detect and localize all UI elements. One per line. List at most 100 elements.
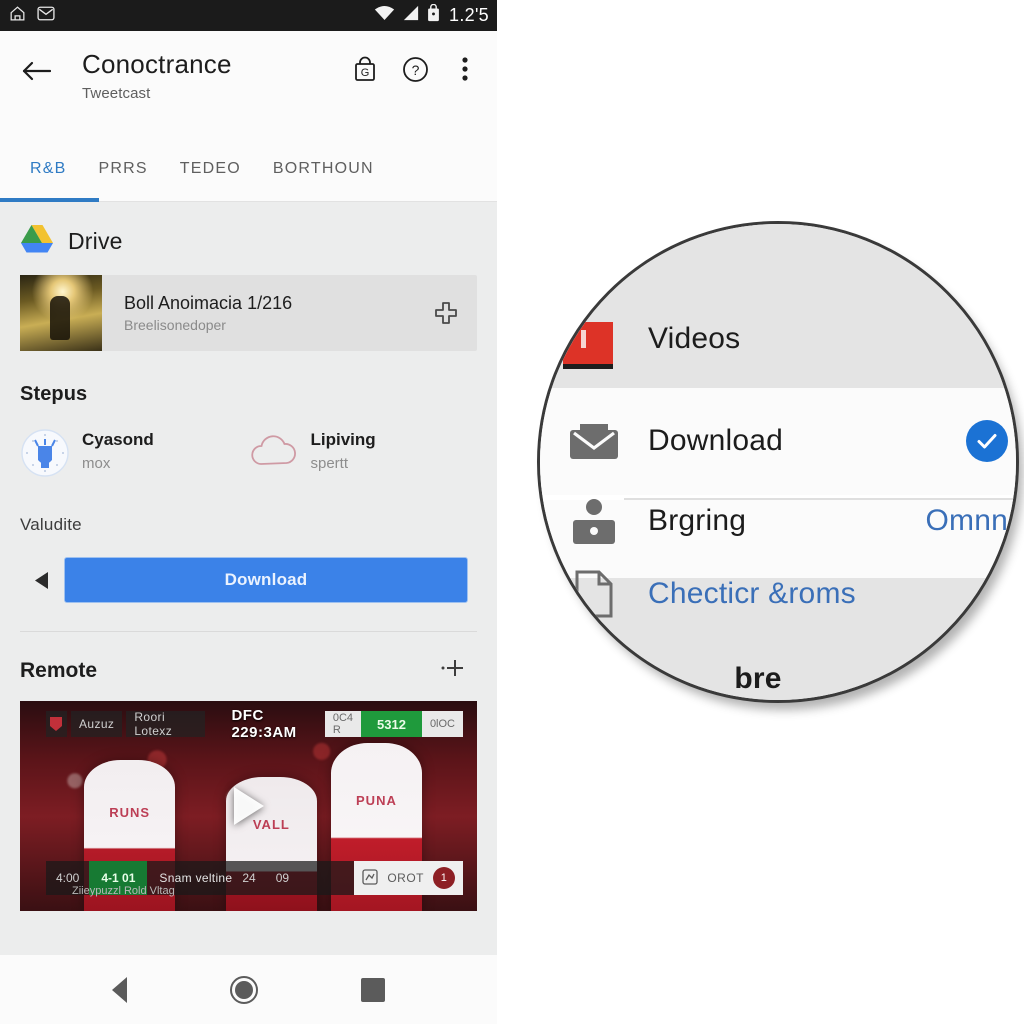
drive-label: Drive xyxy=(68,228,123,254)
lowerbar-n1: 24 xyxy=(242,871,256,885)
tab-bar: R&B PRRS TEDEO BORTHOUN xyxy=(0,136,497,202)
team-crest-icon xyxy=(46,711,67,737)
magnified-row-videos[interactable]: Videos xyxy=(540,304,1016,374)
stepus-title: Stepus xyxy=(20,383,88,405)
remote-header: Remote xyxy=(20,656,477,685)
scoreboard-clock-left: 0C4 R xyxy=(324,711,362,737)
drive-file-meta: Boll Anoimacia 1/216 Breelisonedoper xyxy=(102,292,415,335)
system-nav-bar xyxy=(0,955,497,1024)
magnified-row-checticr[interactable]: Checticr &roms xyxy=(540,559,1016,629)
clock-badge-icon xyxy=(20,428,72,483)
cellular-signal-icon xyxy=(402,5,420,26)
jersey-label: PUNA xyxy=(356,793,397,809)
stepus-item-value: mox xyxy=(82,455,111,472)
svg-text:?: ? xyxy=(411,62,419,78)
scoreboard-clock-right: 0lOC xyxy=(421,711,463,737)
plus-cross-icon[interactable] xyxy=(415,301,477,325)
google-drive-icon xyxy=(20,224,54,259)
video-scoreboard: Auzuz Roori Lotexz DFC 229:3AM 0C4 R 531… xyxy=(46,707,463,741)
magnifier-callout: Videos Download Brgring Omnn Checticr &r… xyxy=(537,221,1019,703)
nav-home-icon[interactable] xyxy=(229,975,258,1004)
message-outline-icon xyxy=(36,5,56,27)
tab-borthoun[interactable]: BORTHOUN xyxy=(257,136,390,202)
stepus-item-lipiving[interactable]: Lipiving spertt xyxy=(249,428,478,483)
home-outline-icon xyxy=(8,4,27,28)
jersey-label: RUNS xyxy=(109,805,151,821)
status-bar-left-icons xyxy=(8,4,56,28)
remote-video-player[interactable]: RUNS VALL PUNA Auzuz Roori Lotexz DFC 22… xyxy=(20,701,477,911)
nav-back-icon[interactable] xyxy=(111,976,127,1003)
document-outline-icon xyxy=(540,570,648,618)
app-bar-titles: Conoctrance Tweetcast xyxy=(82,49,351,104)
drive-file-subtitle: Breelisonedoper xyxy=(124,316,226,333)
phone-screen: 1.2'5 Conoctrance Tweetcast G ? R&B PRRS… xyxy=(0,0,497,1024)
help-circle-icon[interactable]: ? xyxy=(401,55,429,83)
drive-file-title: Boll Anoimacia 1/216 xyxy=(124,292,293,313)
wifi-icon xyxy=(374,5,395,26)
add-plus-icon[interactable] xyxy=(437,656,477,685)
stepus-item-name: Lipiving xyxy=(310,430,376,449)
stepus-items: Cyasond mox Lipiving spertt xyxy=(20,428,477,483)
lowerbar-caption: Ziieypuzzl Rold Vltag xyxy=(72,885,175,897)
section-divider xyxy=(20,631,477,632)
download-row: Download xyxy=(20,557,477,603)
download-button[interactable]: Download xyxy=(64,557,468,603)
scoreboard-clock-center: 5312 xyxy=(361,711,422,737)
scoreboard-team-home: Auzuz xyxy=(70,711,123,737)
back-arrow-icon[interactable] xyxy=(16,51,56,91)
validate-label: Valudite xyxy=(20,515,82,534)
magnified-label-videos: Videos xyxy=(648,322,741,355)
stats-chip-icon xyxy=(362,868,378,888)
magnified-row-download[interactable]: Download xyxy=(540,406,1016,476)
download-tray-icon xyxy=(540,420,648,462)
magnified-label-brgring: Brgring xyxy=(648,504,747,537)
video-lower-bar: 4:00 4-1 01 Snam veltine 24 09 OROT 1 Zi… xyxy=(46,861,463,897)
lowerbar-title: Snam veltine xyxy=(159,871,233,885)
drive-header: Drive xyxy=(20,202,477,259)
magnified-row-brgring[interactable]: Brgring Omnn xyxy=(540,486,1016,556)
red-file-icon xyxy=(540,308,648,370)
lowerbar-chip-label: OROT xyxy=(387,871,424,885)
person-box-icon xyxy=(540,498,648,544)
left-caret-icon[interactable] xyxy=(20,571,64,590)
magnified-row-partial: bre xyxy=(540,644,1016,700)
stepus-item-value: spertt xyxy=(310,455,349,472)
magnified-label-download: Download xyxy=(648,424,784,457)
scoreboard-clock: 0C4 R 5312 0lOC xyxy=(324,711,463,737)
battery-lock-icon xyxy=(427,3,440,27)
status-bar: 1.2'5 xyxy=(0,0,497,31)
stepus-item-cyasond[interactable]: Cyasond mox xyxy=(20,428,249,483)
lowerbar-n2: 09 xyxy=(275,871,290,885)
scoreboard-headline: DFC 229:3AM xyxy=(231,707,297,741)
magnified-label-checticr: Checticr &roms xyxy=(648,577,856,610)
lowerbar-badge: 1 xyxy=(433,867,455,889)
stepus-item-name: Cyasond xyxy=(82,430,154,449)
status-bar-clock: 1.2'5 xyxy=(449,5,489,25)
app-bar: Conoctrance Tweetcast G ? xyxy=(0,31,497,136)
scoreboard-team-away: Roori Lotexz xyxy=(126,710,206,738)
page-title: Conoctrance xyxy=(82,49,232,79)
lock-g-icon[interactable]: G xyxy=(351,55,379,83)
magnified-value-brgring: Omnn xyxy=(925,504,1008,537)
overflow-menu-icon[interactable] xyxy=(451,55,479,83)
tab-rnb[interactable]: R&B xyxy=(14,136,83,202)
magnified-row-download-right xyxy=(966,420,1016,462)
app-bar-actions: G ? xyxy=(351,55,479,83)
play-triangle-icon[interactable] xyxy=(233,787,264,825)
check-circle-icon[interactable] xyxy=(966,420,1008,462)
remote-title: Remote xyxy=(20,658,98,682)
magnifier-content: Videos Download Brgring Omnn Checticr &r… xyxy=(540,224,1016,700)
tab-tedeo[interactable]: TEDEO xyxy=(164,136,257,202)
magnified-label-partial: bre xyxy=(734,662,782,695)
nav-recents-icon[interactable] xyxy=(361,977,386,1002)
tab-prrs[interactable]: PRRS xyxy=(83,136,164,202)
magnified-row-brgring-right: Omnn xyxy=(926,504,1017,538)
crowd-photo-thumbnail xyxy=(20,275,102,351)
lowerbar-num-left: 4:00 xyxy=(56,871,80,885)
drive-file-row[interactable]: Boll Anoimacia 1/216 Breelisonedoper xyxy=(20,275,477,351)
cloud-outline-icon xyxy=(249,428,301,479)
lowerbar-chip: OROT 1 xyxy=(354,861,463,895)
status-bar-right-icons: 1.2'5 xyxy=(374,3,489,27)
svg-text:G: G xyxy=(361,67,370,79)
page-subtitle: Tweetcast xyxy=(82,85,151,102)
